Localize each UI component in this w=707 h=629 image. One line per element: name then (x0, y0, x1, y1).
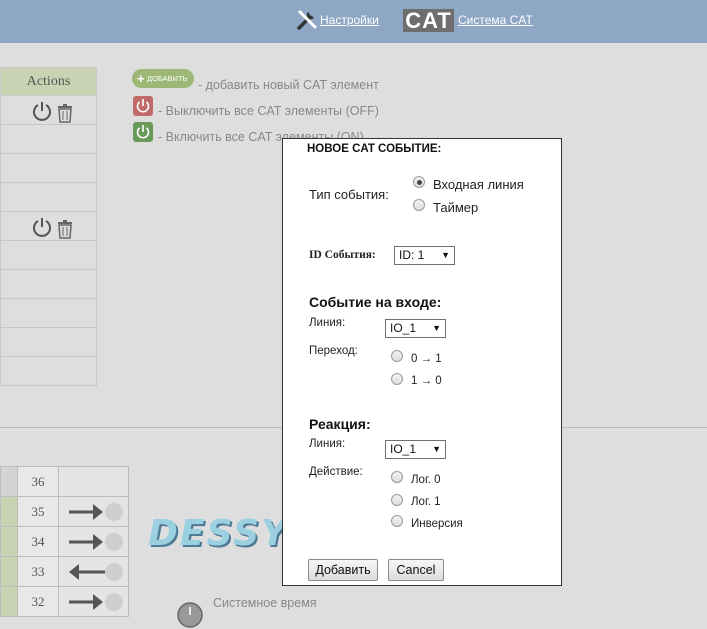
input-line-select[interactable]: IO_1 ▼ (385, 319, 446, 338)
event-type-input-line-radio[interactable] (413, 176, 425, 188)
action-invert-label: Инверсия (411, 518, 463, 530)
line-number: 32 (17, 586, 59, 617)
all-off-button[interactable] (133, 96, 153, 116)
cancel-button[interactable]: Cancel (388, 559, 444, 581)
event-type-timer-label: Таймер (433, 200, 479, 215)
transition-0-1-radio[interactable] (391, 350, 403, 362)
trash-icon[interactable] (55, 103, 75, 123)
arrow-right-icon (69, 533, 123, 551)
arrow-right-icon (69, 503, 123, 521)
lines-table: 36 35 34 33 32 (0, 466, 129, 617)
dialog-title: НОВОЕ CAT СОБЫТИЕ: (307, 143, 442, 155)
table-row: 36 (0, 466, 129, 497)
power-icon[interactable] (31, 100, 53, 122)
power-icon (136, 99, 150, 113)
event-id-select[interactable]: ID: 1 ▼ (394, 246, 455, 265)
table-row: 33 (0, 556, 129, 587)
cat-system-link[interactable]: Система CAT (458, 13, 533, 27)
input-event-section-title: Событие на входе: (309, 294, 442, 310)
top-bar: Настройки CAT Система CAT (0, 0, 707, 43)
legend-off-text: - Выключить все CAT элементы (OFF) (158, 104, 379, 118)
transition-0-1-label: 0 → 1 (411, 353, 442, 365)
row-marker (0, 526, 18, 557)
row-marker (0, 466, 18, 497)
table-row: 34 (0, 526, 129, 557)
line-state (58, 586, 129, 617)
arrow-right-icon (69, 593, 123, 611)
dropdown-arrow-icon: ▼ (432, 444, 441, 454)
line-number: 36 (17, 466, 59, 497)
line-number: 34 (17, 526, 59, 557)
reaction-line-value: IO_1 (390, 442, 417, 456)
action-log1-radio[interactable] (391, 494, 403, 506)
table-row: 32 (0, 586, 129, 617)
event-id-value: ID: 1 (399, 248, 425, 262)
line-state (58, 466, 129, 497)
table-row (0, 240, 97, 270)
clock-icon (177, 602, 203, 628)
row-marker (0, 556, 18, 587)
line-number: 33 (17, 556, 59, 587)
cat-logo: CAT (403, 9, 454, 32)
cat-elements-table: Actions (0, 67, 97, 386)
line-state (58, 496, 129, 527)
brand-logo: DESSY (148, 513, 290, 554)
dropdown-arrow-icon: ▼ (432, 323, 441, 333)
table-row (0, 269, 97, 299)
row-marker (0, 586, 18, 617)
table-row (0, 327, 97, 357)
reaction-line-label: Линия: (309, 438, 346, 450)
table-row: 35 (0, 496, 129, 527)
event-type-label: Тип события: (309, 187, 389, 202)
add-button-label: ДОБАВИТЬ (147, 74, 188, 83)
event-type-timer-radio[interactable] (413, 199, 425, 211)
action-log0-radio[interactable] (391, 471, 403, 483)
table-row (0, 211, 97, 241)
event-type-input-line-label: Входная линия (433, 177, 524, 192)
table-row (0, 356, 97, 386)
action-log1-label: Лог. 1 (411, 496, 441, 508)
reaction-section-title: Реакция: (309, 416, 371, 432)
system-time-label: Системное время (213, 596, 317, 610)
table-row (0, 298, 97, 328)
line-number: 35 (17, 496, 59, 527)
table-row (0, 124, 97, 154)
add-button[interactable]: + ДОБАВИТЬ (132, 69, 194, 88)
table-row (0, 153, 97, 183)
plus-icon: + (137, 71, 145, 86)
action-label: Действие: (309, 466, 363, 478)
power-icon (136, 125, 150, 139)
settings-link[interactable]: Настройки (320, 13, 379, 27)
power-icon[interactable] (31, 216, 53, 238)
new-cat-event-dialog: НОВОЕ CAT СОБЫТИЕ: Тип события: Входная … (282, 138, 562, 586)
all-on-button[interactable] (133, 122, 153, 142)
line-state (58, 526, 129, 557)
line-state (58, 556, 129, 587)
reaction-line-select[interactable]: IO_1 ▼ (385, 440, 446, 459)
transition-label: Переход: (309, 345, 358, 357)
input-line-label: Линия: (309, 317, 346, 329)
action-log0-label: Лог. 0 (411, 474, 441, 486)
action-invert-radio[interactable] (391, 515, 403, 527)
event-id-label: ID События: (309, 249, 376, 261)
actions-header: Actions (0, 67, 97, 96)
add-event-button[interactable]: Добавить (308, 559, 378, 581)
arrow-left-icon (69, 563, 123, 581)
transition-1-0-radio[interactable] (391, 373, 403, 385)
row-marker (0, 496, 18, 527)
transition-1-0-label: 1 → 0 (411, 375, 442, 387)
input-line-value: IO_1 (390, 321, 417, 335)
table-row (0, 95, 97, 125)
table-row (0, 182, 97, 212)
tools-icon (297, 10, 317, 30)
trash-icon[interactable] (55, 219, 75, 239)
dropdown-arrow-icon: ▼ (441, 250, 450, 260)
legend-add-text: - добавить новый CAT элемент (198, 78, 379, 92)
